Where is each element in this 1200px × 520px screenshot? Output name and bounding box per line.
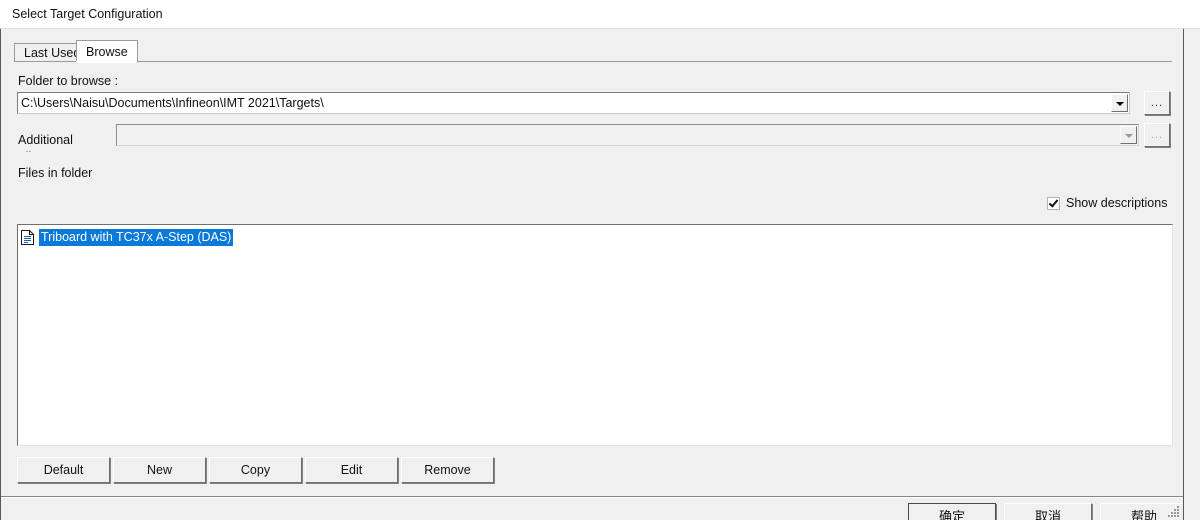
list-item[interactable]: Triboard with TC37x A-Step (DAS) [21, 228, 1172, 246]
additional-filter-combobox[interactable] [116, 124, 1139, 146]
default-button[interactable]: Default [17, 457, 110, 483]
tab-strip: Last Used Browse [14, 40, 1172, 63]
additional-filter-ellipsis-icon: ... [1150, 129, 1164, 141]
additional-filter-label: Additional Filter: [18, 132, 92, 152]
show-descriptions-label: Show descriptions [1066, 196, 1168, 210]
active-tab-underline-cover [76, 61, 133, 63]
cancel-button-label: 取消 [1034, 509, 1061, 520]
chevron-down-icon [1125, 134, 1133, 138]
additional-filter-label-line1: Additional [18, 133, 73, 147]
folder-path-dropdown-button[interactable] [1111, 94, 1128, 112]
ok-button-label: 确定 [938, 509, 965, 520]
folder-browse-ellipsis-icon: ... [1150, 97, 1164, 109]
tab-strip-underline [14, 61, 1172, 62]
edit-button[interactable]: Edit [305, 457, 398, 483]
additional-filter-dropdown-button[interactable] [1120, 126, 1137, 144]
remove-button[interactable]: Remove [401, 457, 494, 483]
folder-browse-ellipsis-button[interactable]: ... [1144, 91, 1170, 115]
ok-button[interactable]: 确定 [908, 503, 996, 520]
files-listbox[interactable]: Triboard with TC37x A-Step (DAS) [17, 224, 1173, 446]
checkmark-icon [1048, 197, 1059, 208]
files-in-folder-label: Files in folder [18, 166, 93, 180]
folder-path-value: C:\Users\Naisu\Documents\Infineon\IMT 20… [21, 96, 324, 110]
chevron-down-icon [1116, 102, 1124, 106]
edit-button-label: Edit [340, 463, 363, 477]
cancel-button[interactable]: 取消 [1004, 503, 1092, 520]
list-item-label: Triboard with TC37x A-Step (DAS) [39, 228, 234, 246]
new-button[interactable]: New [113, 457, 206, 483]
tab-last-used-label: Last Used [24, 46, 81, 60]
window-border-left [0, 29, 1, 520]
dialog-body: Last Used Browse Folder to browse : C:\U… [1, 29, 1188, 520]
additional-filter-ellipsis-button[interactable]: ... [1144, 123, 1170, 147]
remove-button-label: Remove [424, 463, 471, 477]
browse-tab-page: Folder to browse : C:\Users\Naisu\Docume… [14, 61, 1173, 486]
additional-filter-label-line2: Filter: [18, 149, 92, 152]
document-icon [21, 229, 34, 245]
dialog-title: Select Target Configuration [12, 7, 163, 21]
folder-to-browse-label: Folder to browse : [18, 74, 119, 88]
copy-button-label: Copy [240, 463, 271, 477]
resize-grip[interactable] [1166, 504, 1180, 518]
select-target-configuration-dialog: Select Target Configuration Last Used Br… [0, 0, 1200, 520]
copy-button[interactable]: Copy [209, 457, 302, 483]
default-button-label: Default [43, 463, 84, 477]
show-descriptions-checkbox-box [1047, 197, 1060, 210]
footer-separator-highlight [1, 497, 1183, 498]
dialog-titlebar: Select Target Configuration [0, 0, 1200, 29]
folder-path-combobox[interactable]: C:\Users\Naisu\Documents\Infineon\IMT 20… [17, 92, 1130, 114]
window-outer-right-fill [1184, 29, 1200, 520]
new-button-label: New [146, 463, 172, 477]
tab-browse-label: Browse [86, 45, 128, 59]
tab-browse[interactable]: Browse [76, 40, 138, 63]
